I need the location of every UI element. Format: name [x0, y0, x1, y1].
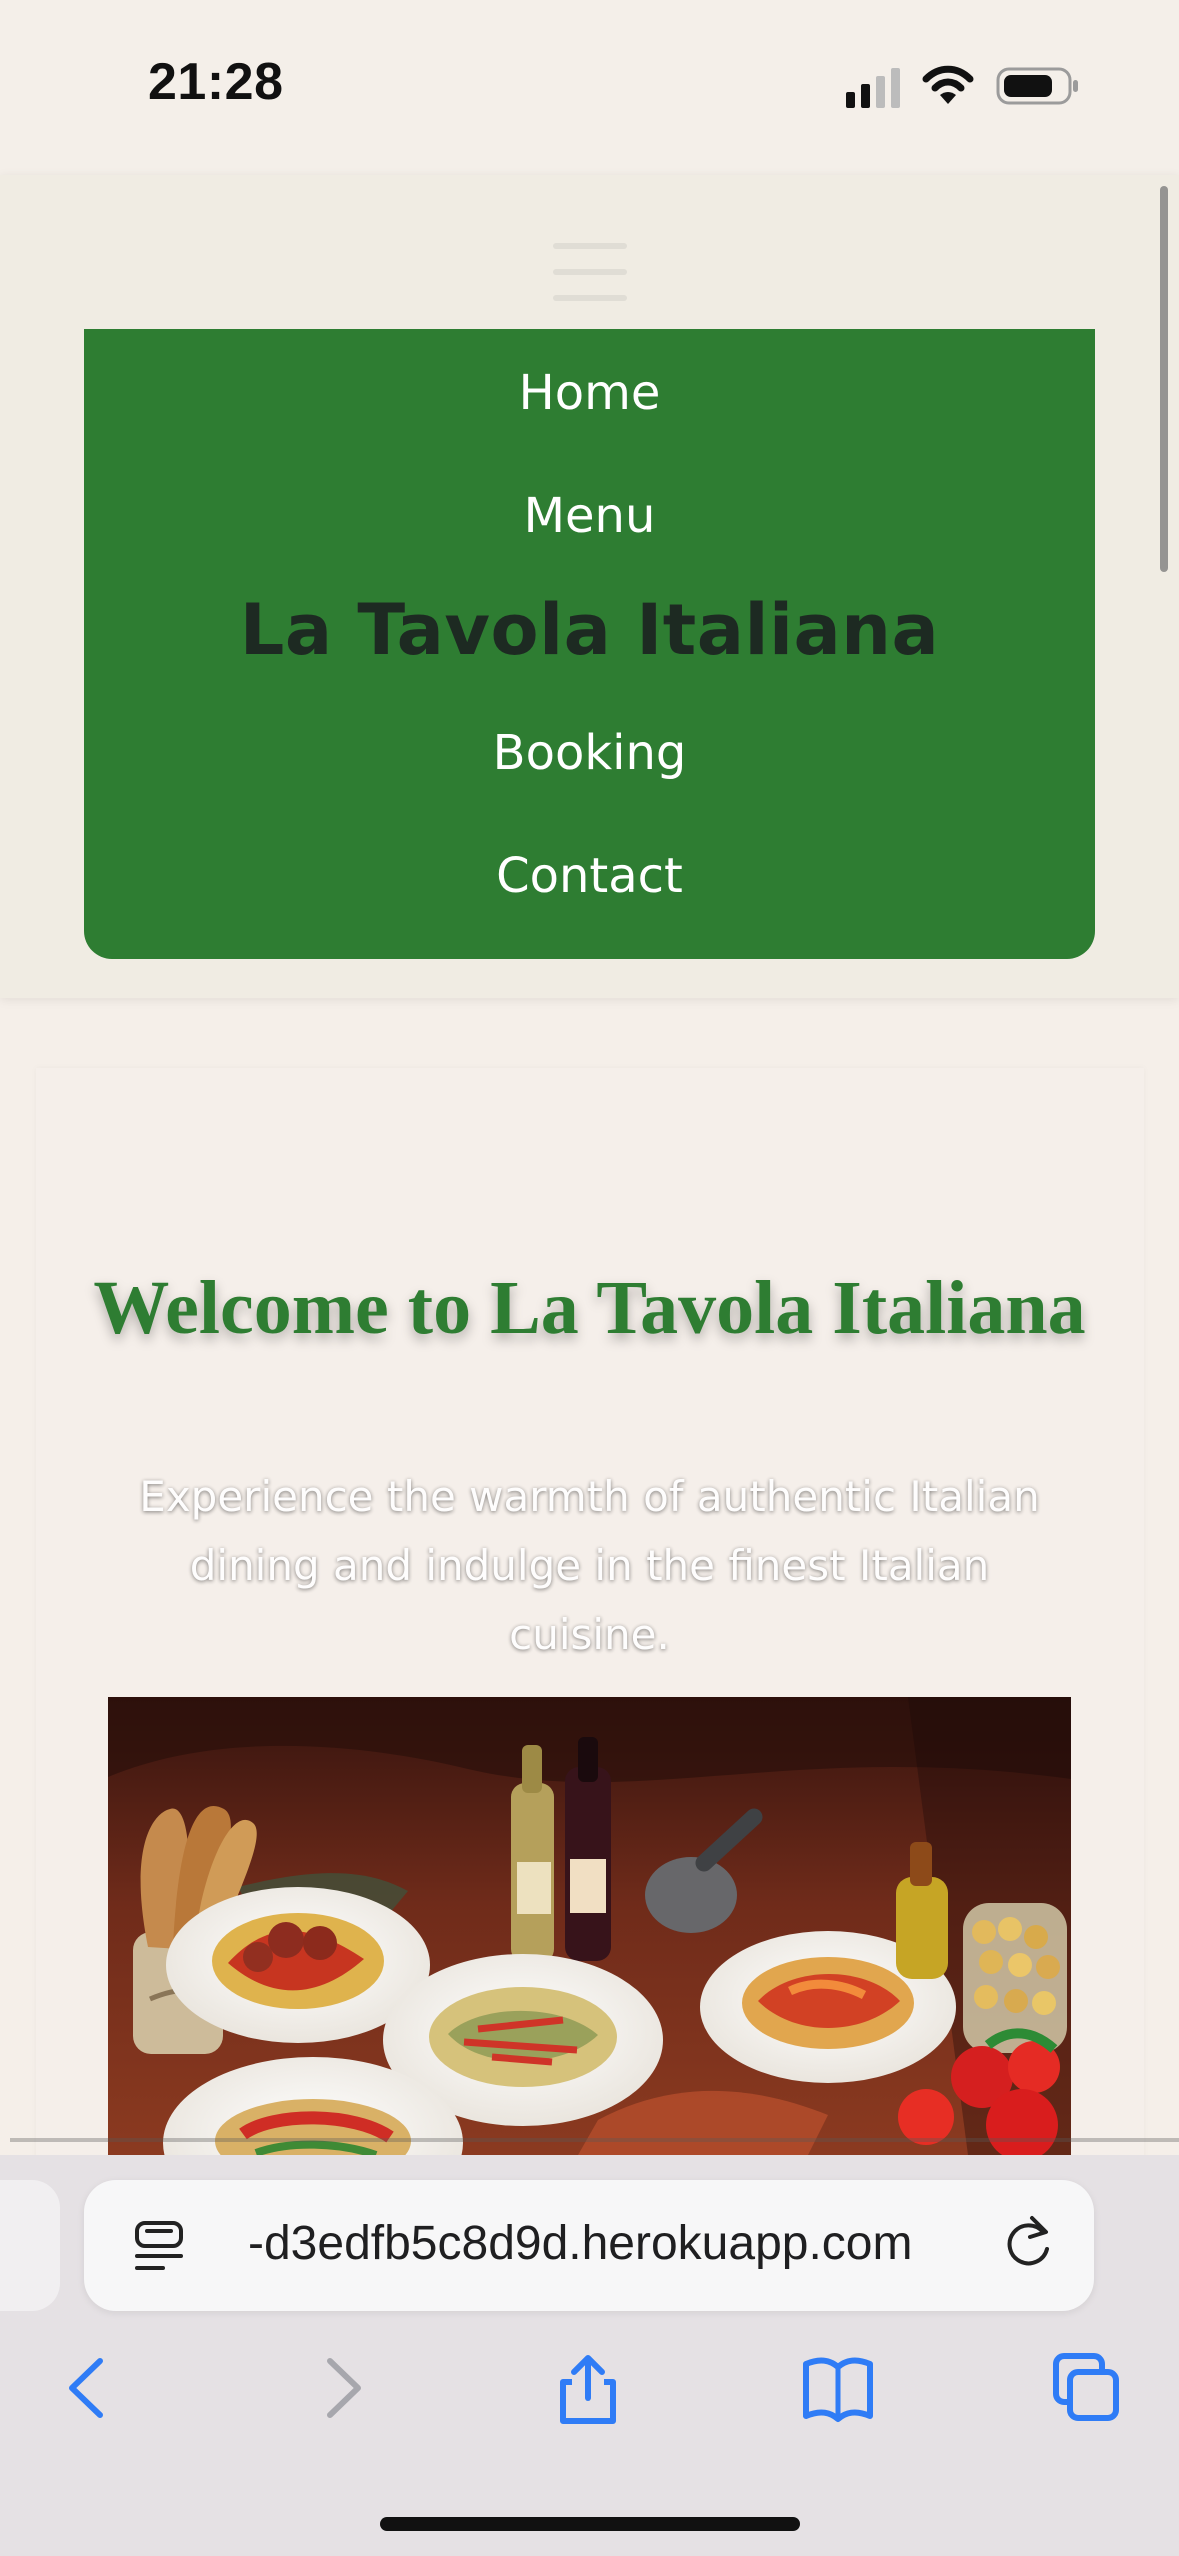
safari-url-text[interactable]: -d3edfb5c8d9d.herokuapp.com — [248, 2216, 968, 2271]
reader-view-icon[interactable] — [133, 2218, 185, 2274]
nav-contact-link[interactable]: Contact — [84, 848, 1095, 904]
vertical-scroll-indicator[interactable] — [1160, 186, 1168, 572]
hamburger-menu-icon[interactable] — [553, 243, 627, 301]
battery-icon — [996, 67, 1078, 105]
nav-booking-link[interactable]: Booking — [84, 725, 1095, 781]
status-time: 21:28 — [148, 53, 284, 111]
hero-title: Welcome to La Tavola Italiana — [93, 1265, 1086, 1350]
nav-home-link[interactable]: Home — [84, 365, 1095, 421]
cellular-signal-icon — [846, 68, 900, 108]
tabs-icon[interactable] — [1046, 2348, 1126, 2428]
forward-icon[interactable] — [302, 2348, 382, 2428]
nav-menu-link[interactable]: Menu — [84, 488, 1095, 544]
bookmarks-icon[interactable] — [798, 2348, 878, 2428]
italian-food-photo — [108, 1697, 1071, 2155]
brand-title: La Tavola Italiana — [239, 589, 940, 671]
status-bar: 21:28 — [0, 0, 1179, 175]
home-indicator — [380, 2517, 800, 2531]
mobile-navigation-menu: Home Menu La Tavola Italiana Booking Con… — [84, 329, 1095, 959]
page-scroll-position-line — [10, 2138, 1179, 2142]
back-icon[interactable] — [48, 2348, 128, 2428]
share-icon[interactable] — [548, 2348, 628, 2428]
hero-subtitle: Experience the warmth of authentic Itali… — [139, 1472, 1040, 1659]
reload-icon[interactable] — [1002, 2214, 1054, 2270]
wifi-icon — [922, 65, 974, 104]
previous-tab-preview[interactable] — [0, 2180, 60, 2311]
mobile-safari-screen: 21:28 Home Menu La Tavola Italiana Booki… — [0, 0, 1179, 2556]
